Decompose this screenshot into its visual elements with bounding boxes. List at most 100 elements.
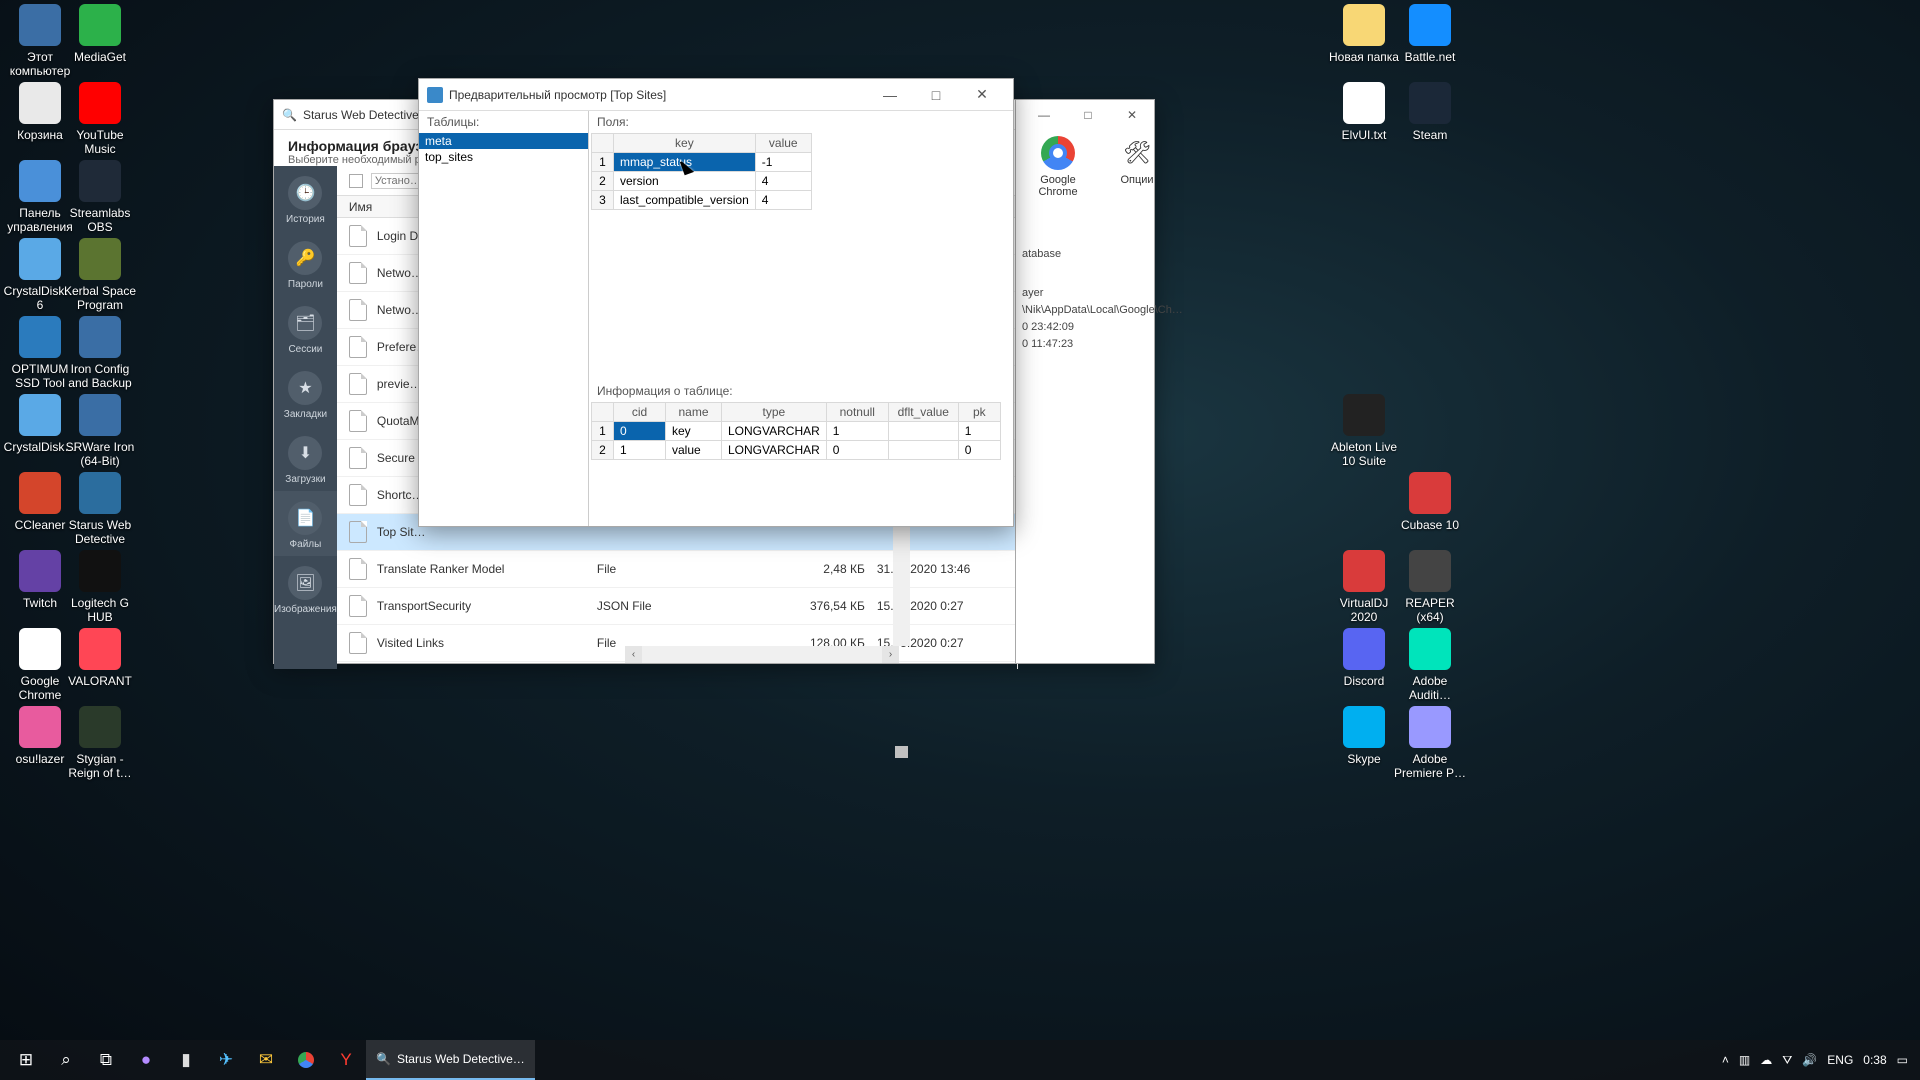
filter-icon[interactable] (349, 174, 363, 188)
desktop-icon[interactable]: Starus Web Detective (62, 472, 138, 546)
chrome-launcher[interactable]: Google Chrome (1022, 136, 1094, 198)
chevron-up-icon[interactable]: ˄ (1722, 1053, 1729, 1067)
magnifier-icon: 🔍 (282, 108, 297, 122)
desktop-icon[interactable]: VALORANT (62, 628, 138, 688)
close-button[interactable]: ✕ (1110, 100, 1154, 130)
battery-icon[interactable]: ▥ (1739, 1053, 1750, 1067)
table-row[interactable]: 1mmap_status-1 (592, 153, 812, 172)
minimize-button[interactable]: — (867, 80, 913, 110)
sidebar-item[interactable]: 🖼Изображения (274, 556, 337, 621)
opts-window[interactable]: — □ ✕ Google Chrome 🛠Опции atabase ayer … (1015, 99, 1155, 664)
chrome-icon (1041, 136, 1075, 170)
app-icon (79, 472, 121, 514)
sidebar-item[interactable]: 📄Файлы (274, 491, 337, 556)
hscrollbar[interactable]: ‹› (625, 646, 899, 663)
nav-icon: ⬇ (288, 436, 322, 470)
desktop-icon[interactable]: Skype (1326, 706, 1402, 766)
app-icon (79, 238, 121, 280)
desktop-icon[interactable]: Новая папка (1326, 4, 1402, 64)
taskbar-app[interactable] (286, 1040, 326, 1080)
onedrive-icon[interactable]: ☁ (1760, 1053, 1772, 1067)
desktop-icon[interactable]: Ableton Live 10 Suite (1326, 394, 1402, 468)
desktop-icon[interactable]: Adobe Auditi… (1392, 628, 1468, 702)
table-item-meta[interactable]: meta (419, 133, 588, 149)
volume-icon[interactable]: 🔊 (1802, 1053, 1817, 1067)
table-row[interactable]: 2version4 (592, 172, 812, 191)
sidebar-item[interactable]: ★Закладки (274, 361, 337, 426)
start-button[interactable]: ⊞ (6, 1040, 46, 1080)
search-button[interactable]: ⌕ (46, 1040, 86, 1080)
file-icon (349, 262, 367, 284)
app-icon (19, 316, 61, 358)
table-row[interactable]: 10keyLONGVARCHAR11 (592, 422, 1001, 441)
file-icon (349, 447, 367, 469)
table-info-grid[interactable]: cid name type notnull dflt_value pk 10ke… (591, 402, 1001, 460)
systray[interactable]: ˄ ▥ ☁ ⛛ 🔊 ENG 0:38 ▭ (1722, 1053, 1914, 1068)
sidebar: 🕒История🔑Пароли🗂Сессии★Закладки⬇Загрузки… (274, 166, 337, 669)
maximize-button[interactable]: □ (913, 80, 959, 110)
file-icon (349, 410, 367, 432)
fields-label: Поля: (589, 111, 1013, 133)
taskbar-app[interactable]: ● (126, 1040, 166, 1080)
table-row[interactable]: 21valueLONGVARCHAR00 (592, 441, 1001, 460)
file-row[interactable]: Translate Ranker Model File 2,48 КБ 31.0… (337, 551, 1017, 588)
tools-icon: 🛠 (1120, 136, 1154, 170)
desktop-icon[interactable]: Cubase 10 (1392, 472, 1468, 532)
desktop-icon[interactable]: SRWare Iron (64-Bit) (62, 394, 138, 468)
network-icon[interactable]: ⛛ (1782, 1053, 1792, 1068)
desktop-icon[interactable]: Discord (1326, 628, 1402, 688)
desktop-icon[interactable]: Stygian - Reign of t… (62, 706, 138, 780)
desktop-icon[interactable]: YouTube Music (62, 82, 138, 156)
desktop-icon[interactable]: Kerbal Space Program (62, 238, 138, 312)
app-icon (19, 628, 61, 670)
desktop-icon[interactable]: REAPER (x64) (1392, 550, 1468, 624)
taskbar-app[interactable]: ✈ (206, 1040, 246, 1080)
minimize-button[interactable]: — (1022, 100, 1066, 130)
desktop-icon[interactable]: Logitech G HUB (62, 550, 138, 624)
app-icon (1343, 550, 1385, 592)
sidebar-item[interactable]: 🕒История (274, 166, 337, 231)
nav-icon: 🔑 (288, 241, 322, 275)
task-starus[interactable]: 🔍 Starus Web Detective… (366, 1040, 535, 1080)
window-title: Предварительный просмотр [Top Sites] (449, 88, 666, 102)
preview-window[interactable]: Предварительный просмотр [Top Sites] — □… (418, 78, 1014, 527)
app-icon (79, 160, 121, 202)
desktop-icon[interactable]: VirtualDJ 2020 (1326, 550, 1402, 624)
table-info-label: Информация о таблице: (589, 370, 1013, 402)
maximize-button[interactable]: □ (1066, 100, 1110, 130)
app-icon (1409, 4, 1451, 46)
file-icon (349, 632, 367, 654)
table-item-topsites[interactable]: top_sites (419, 149, 588, 165)
taskview-button[interactable]: ⧉ (86, 1040, 126, 1080)
app-icon (1343, 394, 1385, 436)
app-icon (19, 394, 61, 436)
desktop-icon[interactable]: Battle.net (1392, 4, 1468, 64)
nav-icon: 🖼 (288, 566, 322, 600)
desktop-icon[interactable]: Adobe Premiere P… (1392, 706, 1468, 780)
desktop-icon[interactable]: Streamlabs OBS (62, 160, 138, 234)
file-row[interactable]: TransportSecurity JSON File 376,54 КБ 15… (337, 588, 1017, 625)
taskbar[interactable]: ⊞ ⌕ ⧉ ● ▮ ✈ ✉ Y 🔍 Starus Web Detective… … (0, 1040, 1920, 1080)
desktop-icon[interactable]: MediaGet (62, 4, 138, 64)
app-icon (427, 87, 443, 103)
sidebar-item[interactable]: 🔑Пароли (274, 231, 337, 296)
taskbar-app[interactable]: Y (326, 1040, 366, 1080)
app-icon (19, 550, 61, 592)
taskbar-app[interactable]: ✉ (246, 1040, 286, 1080)
nav-icon: 🗂 (288, 306, 322, 340)
desktop-icon[interactable]: ElvUI.txt (1326, 82, 1402, 142)
tables-label: Таблицы: (419, 111, 588, 133)
fields-grid[interactable]: keyvalue 1mmap_status-12version43last_co… (591, 133, 812, 210)
notifications-icon[interactable]: ▭ (1897, 1053, 1908, 1067)
table-row[interactable]: 3last_compatible_version4 (592, 191, 812, 210)
clock[interactable]: 0:38 (1863, 1053, 1886, 1067)
desktop-icon[interactable]: Steam (1392, 82, 1468, 142)
sidebar-item[interactable]: ⬇Загрузки (274, 426, 337, 491)
desktop-icon[interactable]: Iron Config and Backup (62, 316, 138, 390)
sidebar-item[interactable]: 🗂Сессии (274, 296, 337, 361)
lang-indicator[interactable]: ENG (1827, 1053, 1853, 1067)
taskbar-app[interactable]: ▮ (166, 1040, 206, 1080)
close-button[interactable]: ✕ (959, 80, 1005, 110)
file-icon (349, 595, 367, 617)
options-launcher[interactable]: 🛠Опции (1120, 136, 1154, 198)
